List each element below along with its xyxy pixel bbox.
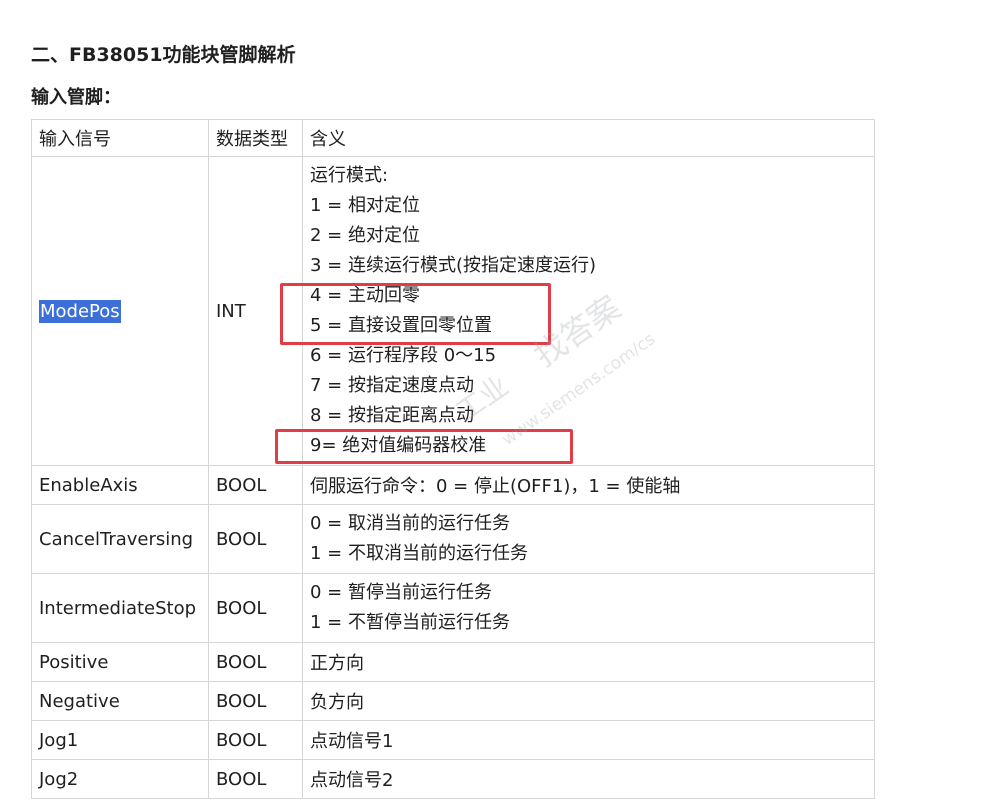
meaning-cell: 0 = 取消当前的运行任务 1 = 不取消当前的运行任务 xyxy=(302,504,875,574)
meaning-cell: 正方向 xyxy=(302,642,875,682)
meaning-line: 1 = 不取消当前的运行任务 xyxy=(310,543,528,564)
meaning-cell: 伺服运行命令：0 = 停止(OFF1)，1 = 使能轴 xyxy=(302,465,875,505)
meaning-line: 7 = 按指定速度点动 xyxy=(310,375,474,396)
meaning-line: 6 = 运行程序段 0～15 xyxy=(310,345,497,366)
input-pins-table: 输入信号 数据类型 含义 ModePos INT 运行模式: 1 = 相对定位 … xyxy=(31,119,875,799)
meaning-line: 4 = 主动回零 xyxy=(310,285,420,306)
header-signal: 输入信号 xyxy=(31,119,209,157)
type-cell: BOOL xyxy=(208,681,303,721)
table-row: IntermediateStop BOOL 0 = 暂停当前运行任务 1 = 不… xyxy=(31,573,875,643)
section-title: 二、FB38051功能块管脚解析 xyxy=(31,44,296,66)
table-row: Jog1 BOOL 点动信号1 xyxy=(31,720,875,760)
meaning-cell: 运行模式: 1 = 相对定位 2 = 绝对定位 3 = 连续运行模式(按指定速度… xyxy=(302,156,875,466)
signal-cell: Negative xyxy=(31,681,209,721)
subsection-title: 输入管脚： xyxy=(31,87,121,108)
table-row: Positive BOOL 正方向 xyxy=(31,642,875,682)
meaning-line: 3 = 连续运行模式(按指定速度运行) xyxy=(310,255,597,276)
meaning-line: 运行模式: xyxy=(310,165,389,186)
meaning-line: 5 = 直接设置回零位置 xyxy=(310,315,492,336)
type-cell: BOOL xyxy=(208,573,303,643)
meaning-line: 2 = 绝对定位 xyxy=(310,225,420,246)
type-cell: BOOL xyxy=(208,642,303,682)
signal-cell: CancelTraversing xyxy=(31,504,209,574)
header-type: 数据类型 xyxy=(208,119,303,157)
meaning-cell: 点动信号2 xyxy=(302,759,875,799)
table-row: Negative BOOL 负方向 xyxy=(31,681,875,721)
meaning-cell: 0 = 暂停当前运行任务 1 = 不暂停当前运行任务 xyxy=(302,573,875,643)
signal-cell: Jog2 xyxy=(31,759,209,799)
table-row: EnableAxis BOOL 伺服运行命令：0 = 停止(OFF1)，1 = … xyxy=(31,465,875,505)
signal-cell: IntermediateStop xyxy=(31,573,209,643)
meaning-cell: 点动信号1 xyxy=(302,720,875,760)
meaning-line: 0 = 取消当前的运行任务 xyxy=(310,513,510,534)
table-row: ModePos INT 运行模式: 1 = 相对定位 2 = 绝对定位 3 = … xyxy=(31,156,875,466)
type-cell: INT xyxy=(208,156,303,466)
table-row: CancelTraversing BOOL 0 = 取消当前的运行任务 1 = … xyxy=(31,504,875,574)
table-row: Jog2 BOOL 点动信号2 xyxy=(31,759,875,799)
selected-text[interactable]: ModePos xyxy=(39,299,121,323)
meaning-line: 0 = 暂停当前运行任务 xyxy=(310,582,492,603)
table-header-row: 输入信号 数据类型 含义 xyxy=(31,119,875,157)
meaning-line: 9= 绝对值编码器校准 xyxy=(310,435,487,456)
type-cell: BOOL xyxy=(208,720,303,760)
meaning-cell: 负方向 xyxy=(302,681,875,721)
signal-cell: Positive xyxy=(31,642,209,682)
signal-cell: EnableAxis xyxy=(31,465,209,505)
signal-cell: Jog1 xyxy=(31,720,209,760)
meaning-line: 8 = 按指定距离点动 xyxy=(310,405,474,426)
meaning-line: 1 = 相对定位 xyxy=(310,195,420,216)
type-cell: BOOL xyxy=(208,465,303,505)
meaning-line: 1 = 不暂停当前运行任务 xyxy=(310,612,510,633)
type-cell: BOOL xyxy=(208,759,303,799)
header-meaning: 含义 xyxy=(302,119,875,157)
signal-cell: ModePos xyxy=(31,156,209,466)
type-cell: BOOL xyxy=(208,504,303,574)
